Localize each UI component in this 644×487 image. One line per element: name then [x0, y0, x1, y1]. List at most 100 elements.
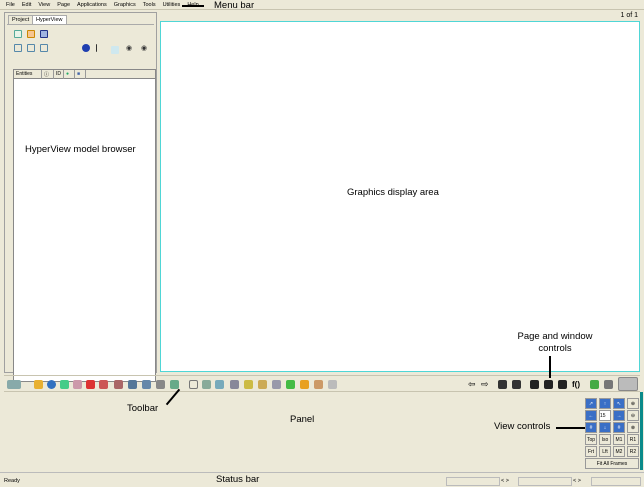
zoom-value-input[interactable]: 15 — [599, 410, 611, 421]
annotation-arrow — [556, 427, 585, 429]
expand-icon[interactable] — [14, 44, 22, 52]
annotation-panel: Panel — [290, 414, 315, 425]
view-m2-button[interactable]: M2 — [613, 446, 625, 457]
collapse-icon[interactable] — [27, 44, 35, 52]
tool-icon[interactable] — [202, 380, 211, 389]
window-layout-icon[interactable] — [530, 380, 539, 389]
apps-icon[interactable] — [7, 380, 21, 389]
arrow-up-icon[interactable]: ↑ — [599, 398, 611, 409]
tool-icon[interactable] — [244, 380, 253, 389]
annotation-menu-bar: Menu bar — [214, 0, 255, 11]
col-entities[interactable]: Entities — [14, 70, 42, 79]
tab-project[interactable]: Project — [8, 15, 34, 24]
layout-icon[interactable] — [512, 380, 521, 389]
function-button[interactable]: f() — [572, 380, 586, 389]
annotation-toolbar: Toolbar — [127, 403, 159, 414]
show-icon[interactable]: ◉ — [126, 44, 134, 52]
globe-icon[interactable] — [47, 380, 56, 389]
axes-icon[interactable] — [86, 380, 95, 389]
annotation-browser: HyperView model browser — [25, 144, 136, 155]
panel-scrollbar[interactable] — [640, 392, 643, 470]
rotate-ccw-icon[interactable]: ↖ — [613, 398, 625, 409]
fit-icon[interactable]: # — [585, 422, 597, 433]
tool-icon[interactable] — [590, 380, 599, 389]
tool-icon[interactable] — [170, 380, 179, 389]
menu-tools[interactable]: Tools — [143, 2, 156, 8]
menu-graphics[interactable]: Graphics — [114, 2, 136, 8]
fit-model-icon[interactable]: # — [613, 422, 625, 433]
tool-icon[interactable] — [142, 380, 151, 389]
tool-icon[interactable] — [258, 380, 267, 389]
view-front-button[interactable]: Frt — [585, 446, 597, 457]
col-id[interactable]: ID — [54, 70, 64, 79]
status-text: Ready — [4, 478, 20, 484]
open-icon[interactable] — [34, 380, 43, 389]
tool-icon[interactable] — [156, 380, 165, 389]
nav-arrows[interactable]: < > — [573, 478, 581, 484]
view-left-button[interactable]: Lft — [599, 446, 611, 457]
annotation-graphics: Graphics display area — [347, 187, 439, 198]
tool-icon[interactable] — [114, 380, 123, 389]
tab-hyperview[interactable]: HyperView — [32, 15, 67, 24]
tool-icon[interactable] — [128, 380, 137, 389]
tool-icon[interactable] — [73, 380, 82, 389]
tool-icon[interactable] — [230, 380, 239, 389]
column-header: Entities ⓘ ID ● ■ — [14, 70, 155, 79]
menu-bar: File Edit View Page Applications Graphic… — [0, 0, 644, 10]
arrow-right-icon[interactable]: → — [613, 410, 625, 421]
col-color-icon[interactable]: ● — [64, 70, 75, 79]
arrow-left-icon[interactable]: ← — [585, 410, 597, 421]
zoom-in-icon[interactable]: ⊕ — [627, 398, 639, 409]
rotate-icon[interactable]: ↗ — [585, 398, 597, 409]
zoom-box-icon[interactable]: ⊗ — [627, 422, 639, 433]
tool-icon[interactable] — [300, 380, 309, 389]
nav-arrows[interactable]: < > — [501, 478, 509, 484]
model-icon[interactable] — [40, 30, 48, 38]
view-iso-button[interactable]: Iso — [599, 434, 611, 445]
options-dropdown[interactable] — [618, 377, 638, 391]
menu-page[interactable]: Page — [57, 2, 70, 8]
view-top-button[interactable]: Top — [585, 434, 597, 445]
tool-icon[interactable] — [328, 380, 337, 389]
menu-view[interactable]: View — [38, 2, 50, 8]
status-field — [446, 477, 500, 486]
tool-icon[interactable] — [314, 380, 323, 389]
display-icon[interactable] — [82, 44, 90, 52]
status-bar: Ready < > < > — [0, 472, 644, 487]
view-controls: ↗ ↑ ↖ ⊕ ← 15 → ⊖ # ↓ # ⊗ Top Iso M1 R1 F… — [585, 398, 640, 469]
tool-icon[interactable] — [99, 380, 108, 389]
window-layout-icon[interactable] — [544, 380, 553, 389]
new-page-icon[interactable] — [14, 30, 22, 38]
annotation-arrow — [549, 356, 551, 378]
view-r2-button[interactable]: R2 — [627, 446, 639, 457]
arrow-down-icon[interactable]: ↓ — [599, 422, 611, 433]
tool-icon[interactable] — [189, 380, 198, 389]
tool-icon[interactable] — [272, 380, 281, 389]
col-shape-icon[interactable]: ■ — [75, 70, 86, 79]
isolate-icon[interactable] — [111, 46, 119, 54]
annotation-arrow — [182, 5, 204, 7]
next-page-icon[interactable]: ⇨ — [481, 380, 490, 389]
view-m1-button[interactable]: M1 — [613, 434, 625, 445]
window-layout-icon[interactable] — [558, 380, 567, 389]
fit-all-frames-button[interactable]: Fit All Frames — [585, 458, 639, 469]
tool-icon[interactable] — [286, 380, 295, 389]
tool-icon[interactable] — [215, 380, 224, 389]
tool-icon[interactable] — [604, 380, 613, 389]
filter-icon[interactable] — [40, 44, 48, 52]
tool-icon[interactable] — [60, 380, 69, 389]
hide-icon[interactable]: ◉ — [141, 44, 149, 52]
col-visibility-icon[interactable]: ⓘ — [42, 70, 54, 79]
view-r1-button[interactable]: R1 — [627, 434, 639, 445]
toolbar: ⇦ ⇨ f() — [4, 375, 640, 392]
menu-utilities[interactable]: Utilities — [163, 2, 181, 8]
menu-applications[interactable]: Applications — [77, 2, 107, 8]
zoom-out-icon[interactable]: ⊖ — [627, 410, 639, 421]
menu-edit[interactable]: Edit — [22, 2, 31, 8]
page-icon[interactable] — [27, 30, 35, 38]
menu-file[interactable]: File — [6, 2, 15, 8]
entity-list[interactable]: Entities ⓘ ID ● ■ — [13, 69, 156, 382]
previous-page-icon[interactable]: ⇦ — [468, 380, 477, 389]
new-page-icon[interactable] — [498, 380, 507, 389]
select-cursor-icon[interactable] — [96, 44, 104, 52]
